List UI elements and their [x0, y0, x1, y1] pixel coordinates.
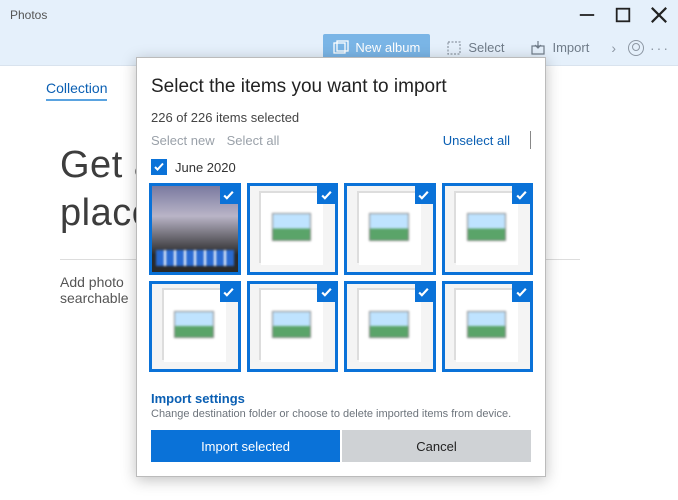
checkmark-icon: [220, 284, 238, 302]
checkmark-icon: [220, 186, 238, 204]
thumbnail-item[interactable]: [344, 281, 436, 373]
thumbnail-item[interactable]: [149, 281, 241, 373]
window-title: Photos: [10, 8, 47, 22]
overflow-chevron-icon[interactable]: ›: [605, 40, 622, 56]
thumbnail-item[interactable]: [149, 183, 241, 275]
import-icon: [530, 40, 546, 56]
tab-collection[interactable]: Collection: [46, 80, 107, 101]
unselect-all-link[interactable]: Unselect all: [443, 133, 510, 148]
dialog-title: Select the items you want to import: [151, 76, 531, 98]
album-icon: [333, 40, 349, 56]
import-settings-desc: Change destination folder or choose to d…: [151, 406, 531, 430]
import-dialog: Select the items you want to import 226 …: [136, 57, 546, 477]
checkmark-icon: [317, 284, 335, 302]
thumbnail-grid: [137, 183, 545, 379]
checkmark-icon: [512, 186, 530, 204]
close-button[interactable]: [650, 6, 668, 24]
select-icon: [446, 40, 462, 56]
new-album-label: New album: [355, 40, 420, 55]
select-all-link[interactable]: Select all: [227, 133, 280, 148]
select-label: Select: [468, 40, 504, 55]
thumbnail-item[interactable]: [442, 183, 534, 275]
thumbnail-item[interactable]: [442, 281, 534, 373]
selection-count: 226 of 226 items selected: [137, 104, 545, 125]
import-selected-button[interactable]: Import selected: [151, 430, 340, 462]
maximize-button[interactable]: [614, 6, 632, 24]
checkmark-icon: [415, 284, 433, 302]
group-checkbox[interactable]: [151, 159, 167, 175]
thumbnail-item[interactable]: [344, 183, 436, 275]
thumbnail-item[interactable]: [247, 183, 339, 275]
checkmark-icon: [512, 284, 530, 302]
group-label: June 2020: [175, 160, 236, 175]
scrollbar-track[interactable]: [530, 131, 531, 149]
import-label: Import: [552, 40, 589, 55]
checkmark-icon: [415, 186, 433, 204]
minimize-button[interactable]: [578, 6, 596, 24]
window-titlebar: Photos: [0, 0, 678, 30]
more-icon[interactable]: ···: [650, 40, 670, 56]
import-settings-link[interactable]: Import settings: [151, 385, 531, 406]
account-icon[interactable]: [628, 40, 644, 56]
select-new-link[interactable]: Select new: [151, 133, 215, 148]
thumbnail-item[interactable]: [247, 281, 339, 373]
checkmark-icon: [317, 186, 335, 204]
cancel-button[interactable]: Cancel: [342, 430, 531, 462]
